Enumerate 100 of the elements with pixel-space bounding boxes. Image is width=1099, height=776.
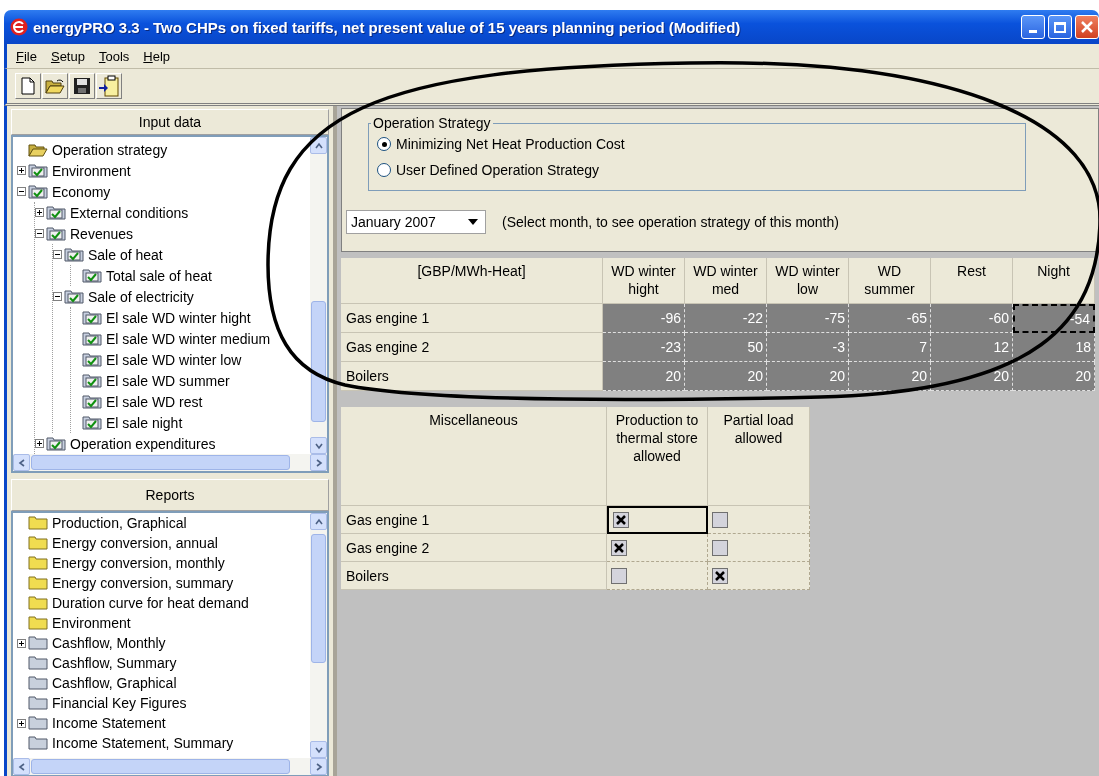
table-cell[interactable]: -3 (767, 333, 849, 362)
radio-option[interactable]: Minimizing Net Heat Production Cost (377, 135, 1025, 153)
import-clipboard-icon[interactable] (96, 73, 122, 99)
table-cell[interactable]: 20 (685, 362, 767, 391)
table-cell[interactable]: 20 (849, 362, 931, 391)
checked-folder-icon (46, 226, 66, 241)
save-icon[interactable] (69, 73, 95, 99)
tree-item[interactable]: Total sale of heat (106, 267, 212, 284)
table-cell[interactable]: 20 (767, 362, 849, 391)
tree-item[interactable]: Economy (52, 183, 111, 200)
tree-item[interactable]: Cashflow, Summary (52, 655, 177, 671)
tree-item[interactable]: Income Statement (52, 715, 166, 731)
caret-left-icon (17, 458, 26, 467)
month-dropdown[interactable]: January 2007 (346, 210, 486, 234)
tree-item[interactable]: Energy conversion, annual (52, 535, 218, 551)
column-header: WD winter med (685, 258, 767, 304)
tree-item[interactable]: Sale of electricity (88, 288, 194, 305)
scroll-left-button[interactable] (13, 758, 30, 775)
app-icon (10, 18, 28, 36)
scroll-right-button[interactable] (310, 758, 327, 775)
menu-item[interactable]: Help (138, 48, 176, 64)
folder-icon (28, 636, 48, 650)
tree-item[interactable]: Operation strategy (52, 141, 168, 158)
scroll-down-button[interactable] (310, 741, 327, 758)
checkbox[interactable] (613, 512, 629, 528)
expand-icon[interactable] (35, 439, 44, 448)
menu-item[interactable]: Setup (45, 48, 90, 64)
tree-item[interactable]: Duration curve for heat demand (52, 595, 249, 611)
caret-up-icon (314, 517, 323, 526)
checkbox[interactable] (712, 539, 728, 556)
new-document-icon[interactable] (15, 73, 41, 99)
tree-item[interactable]: El sale WD winter hight (106, 309, 251, 326)
tree-item[interactable]: Environment (52, 162, 131, 179)
caret-up-icon (314, 141, 323, 150)
folder-icon (28, 716, 48, 730)
table-cell[interactable]: -54 (1013, 304, 1095, 333)
table-cell[interactable]: -22 (685, 304, 767, 333)
tree-item[interactable]: El sale WD rest (106, 393, 203, 410)
close-icon (1080, 20, 1094, 34)
menu-item[interactable]: File (11, 48, 42, 64)
row-header: Gas engine 1 (341, 506, 607, 534)
expand-icon[interactable] (17, 638, 26, 648)
menu-item[interactable]: Tools (93, 48, 135, 64)
table-cell[interactable]: -60 (931, 304, 1013, 333)
horizontal-scrollbar[interactable] (13, 758, 327, 775)
table-cell[interactable]: 7 (849, 333, 931, 362)
tree-item[interactable]: Production, Graphical (52, 515, 187, 531)
minimize-button[interactable] (1021, 15, 1045, 39)
radio-option[interactable]: User Defined Operation Strategy (377, 161, 1025, 179)
collapse-icon[interactable] (35, 229, 44, 238)
checked-folder-icon (46, 436, 66, 451)
expand-icon[interactable] (17, 718, 26, 728)
horizontal-scrollbar[interactable] (13, 454, 327, 471)
checkbox[interactable] (611, 539, 627, 556)
table-cell[interactable]: -23 (603, 333, 685, 362)
vertical-scrollbar[interactable] (310, 137, 327, 454)
tree-item[interactable]: El sale WD summer (106, 372, 230, 389)
table-cell[interactable]: 20 (1013, 362, 1095, 391)
table-cell[interactable]: 50 (685, 333, 767, 362)
tree-item[interactable]: Income Statement, Summary (52, 735, 234, 751)
tree-item[interactable]: Operation expenditures (70, 435, 216, 452)
table-cell[interactable]: -96 (603, 304, 685, 333)
vertical-scrollbar[interactable] (310, 513, 327, 758)
folder-icon (28, 616, 48, 630)
expand-icon[interactable] (17, 166, 26, 175)
hint-text: (Select month, to see operation strategy of this month) (502, 214, 839, 230)
tree-item[interactable]: Financial Key Figures (52, 695, 187, 711)
tree-item[interactable]: Environment (52, 615, 131, 631)
tree-item[interactable]: El sale night (106, 414, 183, 431)
collapse-icon[interactable] (17, 187, 26, 196)
table-cell[interactable]: -65 (849, 304, 931, 333)
tree-item[interactable]: Cashflow, Monthly (52, 635, 166, 651)
tree-item[interactable]: El sale WD winter low (106, 351, 242, 368)
tree-item[interactable]: Energy conversion, monthly (52, 555, 225, 571)
collapse-icon[interactable] (53, 292, 62, 301)
checkbox[interactable] (712, 567, 728, 584)
tree-item[interactable]: Revenues (70, 225, 134, 242)
tree-item[interactable]: El sale WD winter medium (106, 330, 271, 347)
scroll-right-button[interactable] (310, 454, 327, 471)
maximize-button[interactable] (1048, 15, 1072, 39)
expand-icon[interactable] (35, 208, 44, 217)
scroll-left-button[interactable] (13, 454, 30, 471)
scroll-down-button[interactable] (310, 437, 327, 454)
folder-icon (28, 536, 48, 550)
open-folder-icon[interactable] (42, 73, 68, 99)
window-title: energyPRO 3.3 - Two CHPs on fixed tariffs, net present value of 15 years planning period (Modified) (33, 18, 741, 36)
collapse-icon[interactable] (53, 250, 62, 259)
table-cell[interactable]: 20 (603, 362, 685, 391)
table-cell[interactable]: -75 (767, 304, 849, 333)
tree-item[interactable]: Cashflow, Graphical (52, 675, 177, 691)
checked-folder-icon (64, 289, 84, 304)
tree-item[interactable]: Sale of heat (88, 246, 163, 263)
tree-item[interactable]: External conditions (70, 204, 189, 221)
close-button[interactable] (1075, 15, 1099, 39)
tree-item[interactable]: Energy conversion, summary (52, 575, 234, 591)
checkbox[interactable] (611, 567, 627, 584)
table-cell[interactable]: 12 (931, 333, 1013, 362)
table-cell[interactable]: 18 (1013, 333, 1095, 362)
folder-icon (28, 596, 48, 610)
checkbox[interactable] (712, 511, 728, 528)
